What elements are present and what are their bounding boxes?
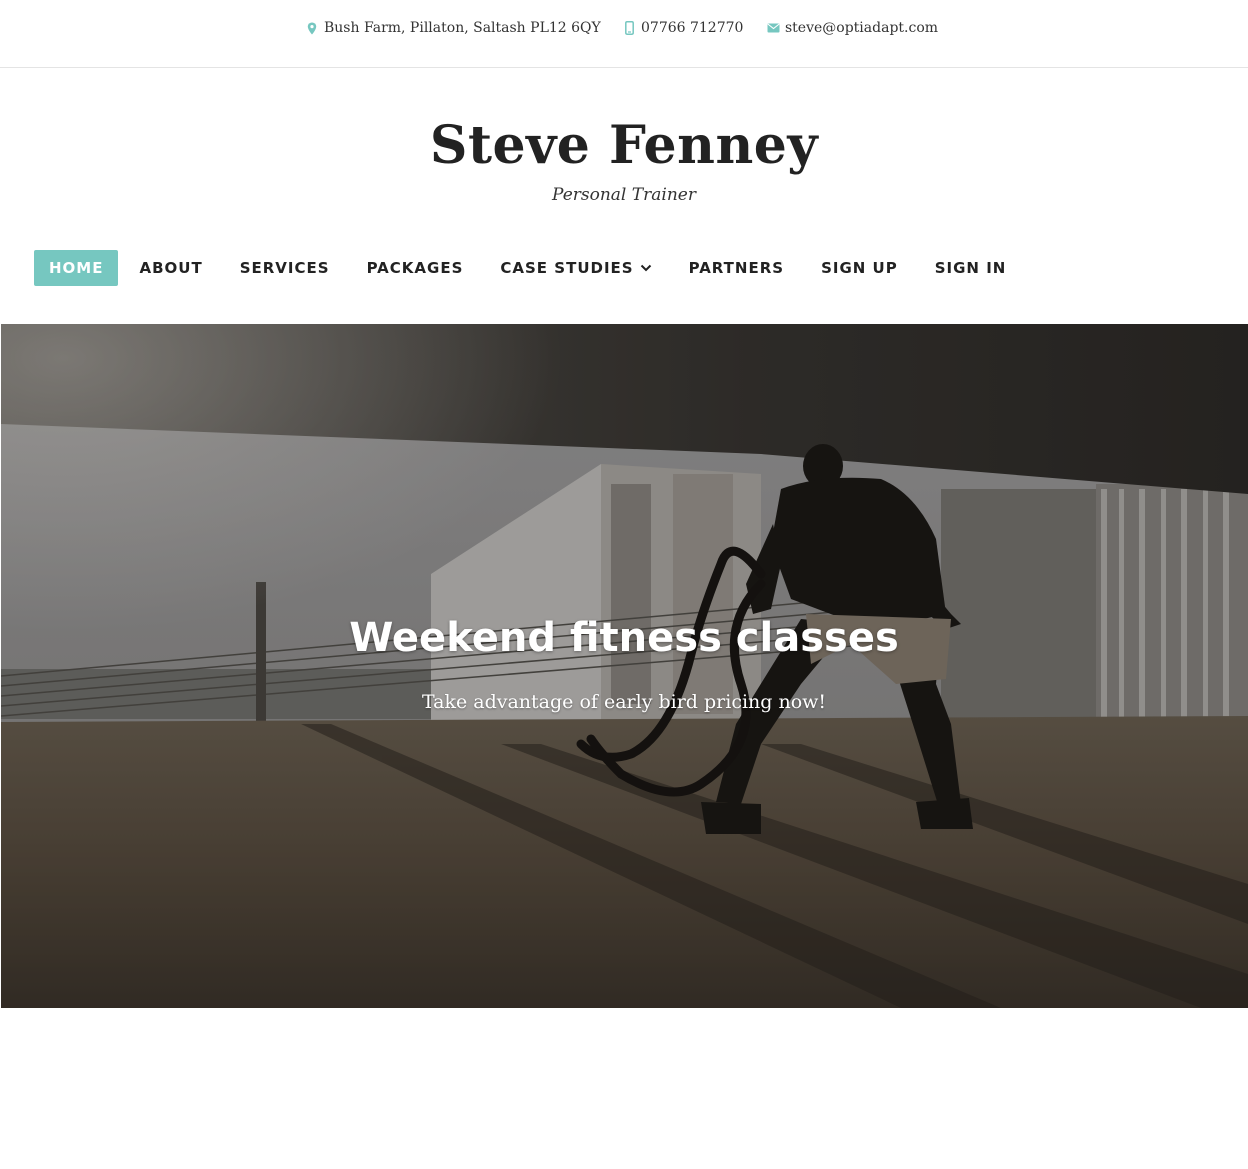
nav-item-packages[interactable]: PACKAGES [345,250,479,286]
contact-address-text: Bush Farm, Pillaton, Saltash PL12 6QY [324,20,601,36]
contact-phone-text[interactable]: 07766 712770 [641,20,743,36]
nav-item-case-studies[interactable]: CASE STUDIES [478,250,666,286]
nav-item-services[interactable]: SERVICES [218,250,345,286]
hero-heading: Weekend fitness classes [349,615,899,661]
contact-email[interactable]: steve@optiadapt.com [766,18,938,38]
nav-item-partners[interactable]: PARTNERS [667,250,800,286]
map-pin-icon [305,21,319,35]
nav-item-label: CASE STUDIES [500,259,634,277]
contact-bar: Bush Farm, Pillaton, Saltash PL12 6QY 07… [0,0,1248,68]
contact-phone[interactable]: 07766 712770 [622,18,743,38]
hero-background-image [1,324,1248,1008]
hero-subheading: Take advantage of early bird pricing now… [421,691,827,713]
nav-item-label: SERVICES [239,259,330,277]
site-tagline: Personal Trainer [552,185,696,205]
nav-item-label: PARTNERS [688,259,785,277]
nav-item-sign-up[interactable]: SIGN UP [799,250,913,286]
nav-item-label: SIGN IN [934,259,1007,277]
main-navigation: HOME ABOUT SERVICES PACKAGES CASE STUDIE… [34,250,1021,286]
phone-icon [622,21,636,35]
nav-item-about[interactable]: ABOUT [124,250,217,286]
nav-item-label: HOME [49,259,104,277]
contact-address: Bush Farm, Pillaton, Saltash PL12 6QY [305,18,601,38]
nav-item-home[interactable]: HOME [34,250,119,286]
hero-banner [1,324,1248,1008]
nav-item-label: PACKAGES [366,259,464,277]
envelope-icon [766,21,780,35]
nav-item-label: ABOUT [139,259,203,277]
nav-item-sign-in[interactable]: SIGN IN [913,250,1022,286]
site-title[interactable]: Steve Fenney [0,108,1248,184]
nav-item-label: SIGN UP [821,259,898,277]
chevron-down-icon [640,264,652,272]
contact-email-text[interactable]: steve@optiadapt.com [785,20,938,36]
